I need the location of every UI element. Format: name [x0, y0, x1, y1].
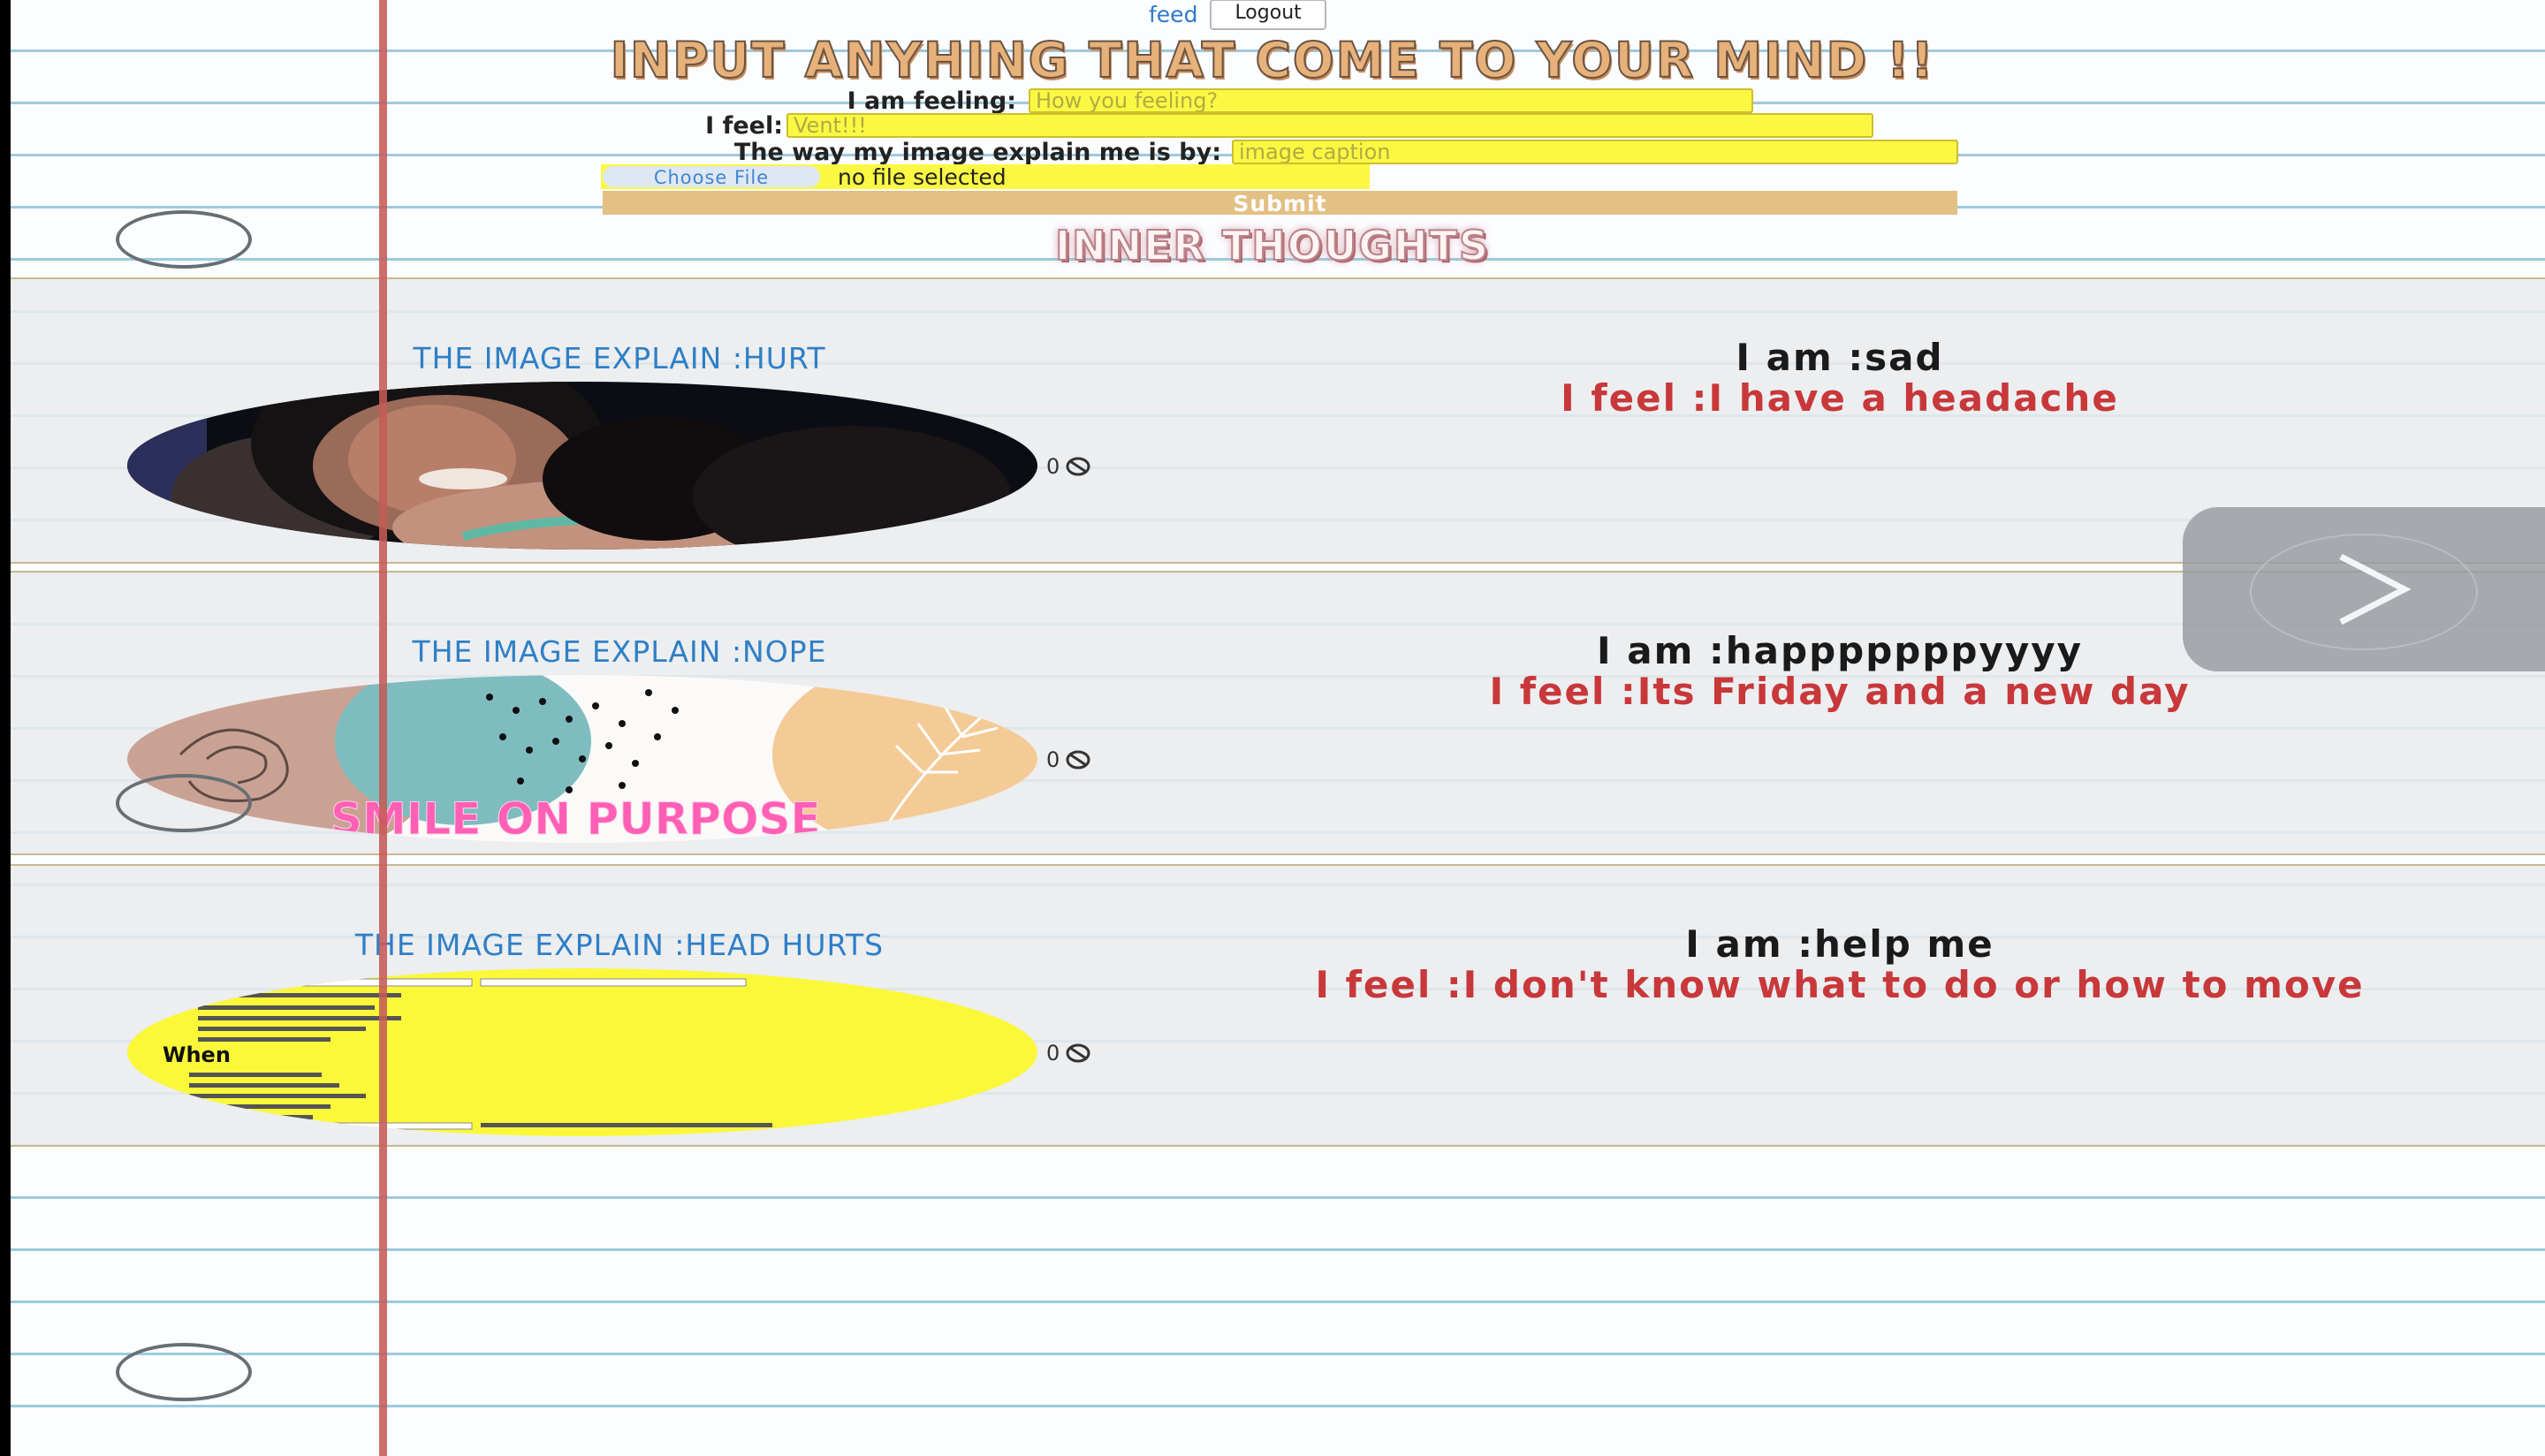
post-image-caption: THE IMAGE EXPLAIN :HEAD HURTS — [354, 928, 885, 962]
i-feel-text: I feel :I don't know what to do or how t… — [1315, 963, 2365, 1006]
image-caption-label: The way my image explain me is by: — [733, 139, 1221, 166]
like-count-value: 0 — [1046, 454, 1060, 479]
screenshot-graphic: When — [127, 968, 1037, 1136]
feel-input[interactable] — [786, 113, 1873, 138]
post-image-caption: THE IMAGE EXPLAIN :NOPE — [412, 634, 827, 669]
like-count: 0 — [1046, 454, 1091, 479]
block-icon[interactable] — [1065, 749, 1091, 770]
post-card: THE IMAGE EXPLAIN :NOPE SMILE ON PURPOSE… — [11, 571, 2545, 855]
image-text: When — [163, 1043, 231, 1067]
next-page-button[interactable] — [2183, 507, 2545, 671]
like-count: 0 — [1046, 747, 1091, 772]
file-status: no file selected — [838, 163, 1007, 190]
chevron-right-icon — [2339, 553, 2412, 626]
choose-file-button[interactable]: Choose File — [603, 166, 820, 188]
binder-hole — [116, 1343, 252, 1401]
block-icon[interactable] — [1065, 456, 1091, 477]
post-card: THE IMAGE EXPLAIN :HEAD HURTS When 0 I a… — [11, 864, 2545, 1147]
post-form: I am feeling: I feel: The way my image e… — [0, 0, 2545, 221]
like-count-value: 0 — [1046, 1041, 1060, 1065]
post-card: THE IMAGE EXPLAIN :HURT 0 I am :sad I fe… — [11, 277, 2545, 564]
feeling-label: I am feeling: — [847, 87, 1016, 115]
image-text: SMILE ON PURPOSE — [330, 793, 821, 843]
submit-button[interactable]: Submit — [603, 191, 1957, 216]
i-am-text: I am :sad — [1736, 336, 1944, 379]
i-feel-text: I feel :I have a headache — [1561, 376, 2119, 420]
post-image-caption: THE IMAGE EXPLAIN :HURT — [413, 341, 826, 375]
binder-hole — [116, 774, 252, 832]
i-am-text: I am :help me — [1685, 922, 1994, 966]
section-title: INNER THOUGHTS — [1054, 222, 1491, 269]
post-image: SMILE ON PURPOSE — [127, 675, 1037, 843]
file-chooser: Choose File no file selected — [601, 163, 1370, 190]
i-feel-text: I feel :Its Friday and a new day — [1489, 670, 2191, 713]
like-count: 0 — [1046, 1041, 1091, 1065]
post-image — [127, 382, 1037, 550]
image-caption-input[interactable] — [1232, 140, 1958, 164]
block-icon[interactable] — [1065, 1043, 1091, 1064]
post-status: I am :help me I feel :I don't know what … — [1248, 924, 2432, 1005]
feeling-input[interactable] — [1029, 88, 1753, 113]
feel-label: I feel: — [705, 112, 783, 140]
post-image: When — [127, 968, 1037, 1136]
like-count-value: 0 — [1046, 747, 1060, 772]
post-status: I am :sad I feel :I have a headache — [1248, 337, 2432, 419]
portrait-photo — [127, 382, 1037, 550]
smile-on-purpose-graphic: SMILE ON PURPOSE — [127, 675, 1037, 843]
